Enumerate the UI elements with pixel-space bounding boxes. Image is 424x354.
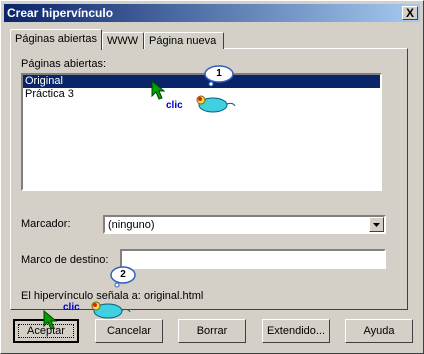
tab-label: Página nueva xyxy=(149,35,217,47)
marcador-dropdown[interactable]: (ninguno) xyxy=(103,215,386,234)
marcador-value: (ninguno) xyxy=(108,219,155,231)
open-pages-list[interactable]: Original Práctica 3 xyxy=(21,73,382,191)
marcador-label: Marcador: xyxy=(21,218,71,230)
window-title: Crear hipervínculo xyxy=(7,6,114,20)
clic-label: clic xyxy=(166,100,183,111)
mouse-icon xyxy=(91,301,131,319)
clic-label: clic xyxy=(63,302,80,313)
cursor-arrow-icon xyxy=(151,80,166,100)
tab-label: Páginas abiertas xyxy=(15,33,97,45)
help-button[interactable]: Ayuda xyxy=(345,319,413,343)
cancel-button[interactable]: Cancelar xyxy=(95,319,163,343)
step-number: 2 xyxy=(120,269,126,280)
chevron-down-icon xyxy=(373,223,380,227)
mouse-icon xyxy=(196,95,236,113)
title-bar[interactable]: Crear hipervínculo X xyxy=(4,4,420,22)
tab-pagina-nueva[interactable]: Página nueva xyxy=(144,32,224,49)
open-pages-label: Páginas abiertas: xyxy=(21,58,106,70)
dropdown-arrow-button[interactable] xyxy=(369,217,384,232)
close-button[interactable]: X xyxy=(402,6,418,20)
extended-button[interactable]: Extendido... xyxy=(262,319,330,343)
tab-label: WWW xyxy=(107,35,139,47)
delete-button[interactable]: Borrar xyxy=(178,319,246,343)
marco-label: Marco de destino: xyxy=(21,254,109,266)
marco-destino-input[interactable] xyxy=(120,249,386,269)
cursor-arrow-icon xyxy=(43,310,58,330)
close-icon: X xyxy=(405,6,414,20)
step-number: 1 xyxy=(216,68,222,79)
tab-www[interactable]: WWW xyxy=(102,32,144,49)
list-item-original[interactable]: Original xyxy=(23,75,380,88)
link-target-value: original.html xyxy=(144,290,204,302)
tab-paginas-abiertas[interactable]: Páginas abiertas xyxy=(10,29,102,50)
